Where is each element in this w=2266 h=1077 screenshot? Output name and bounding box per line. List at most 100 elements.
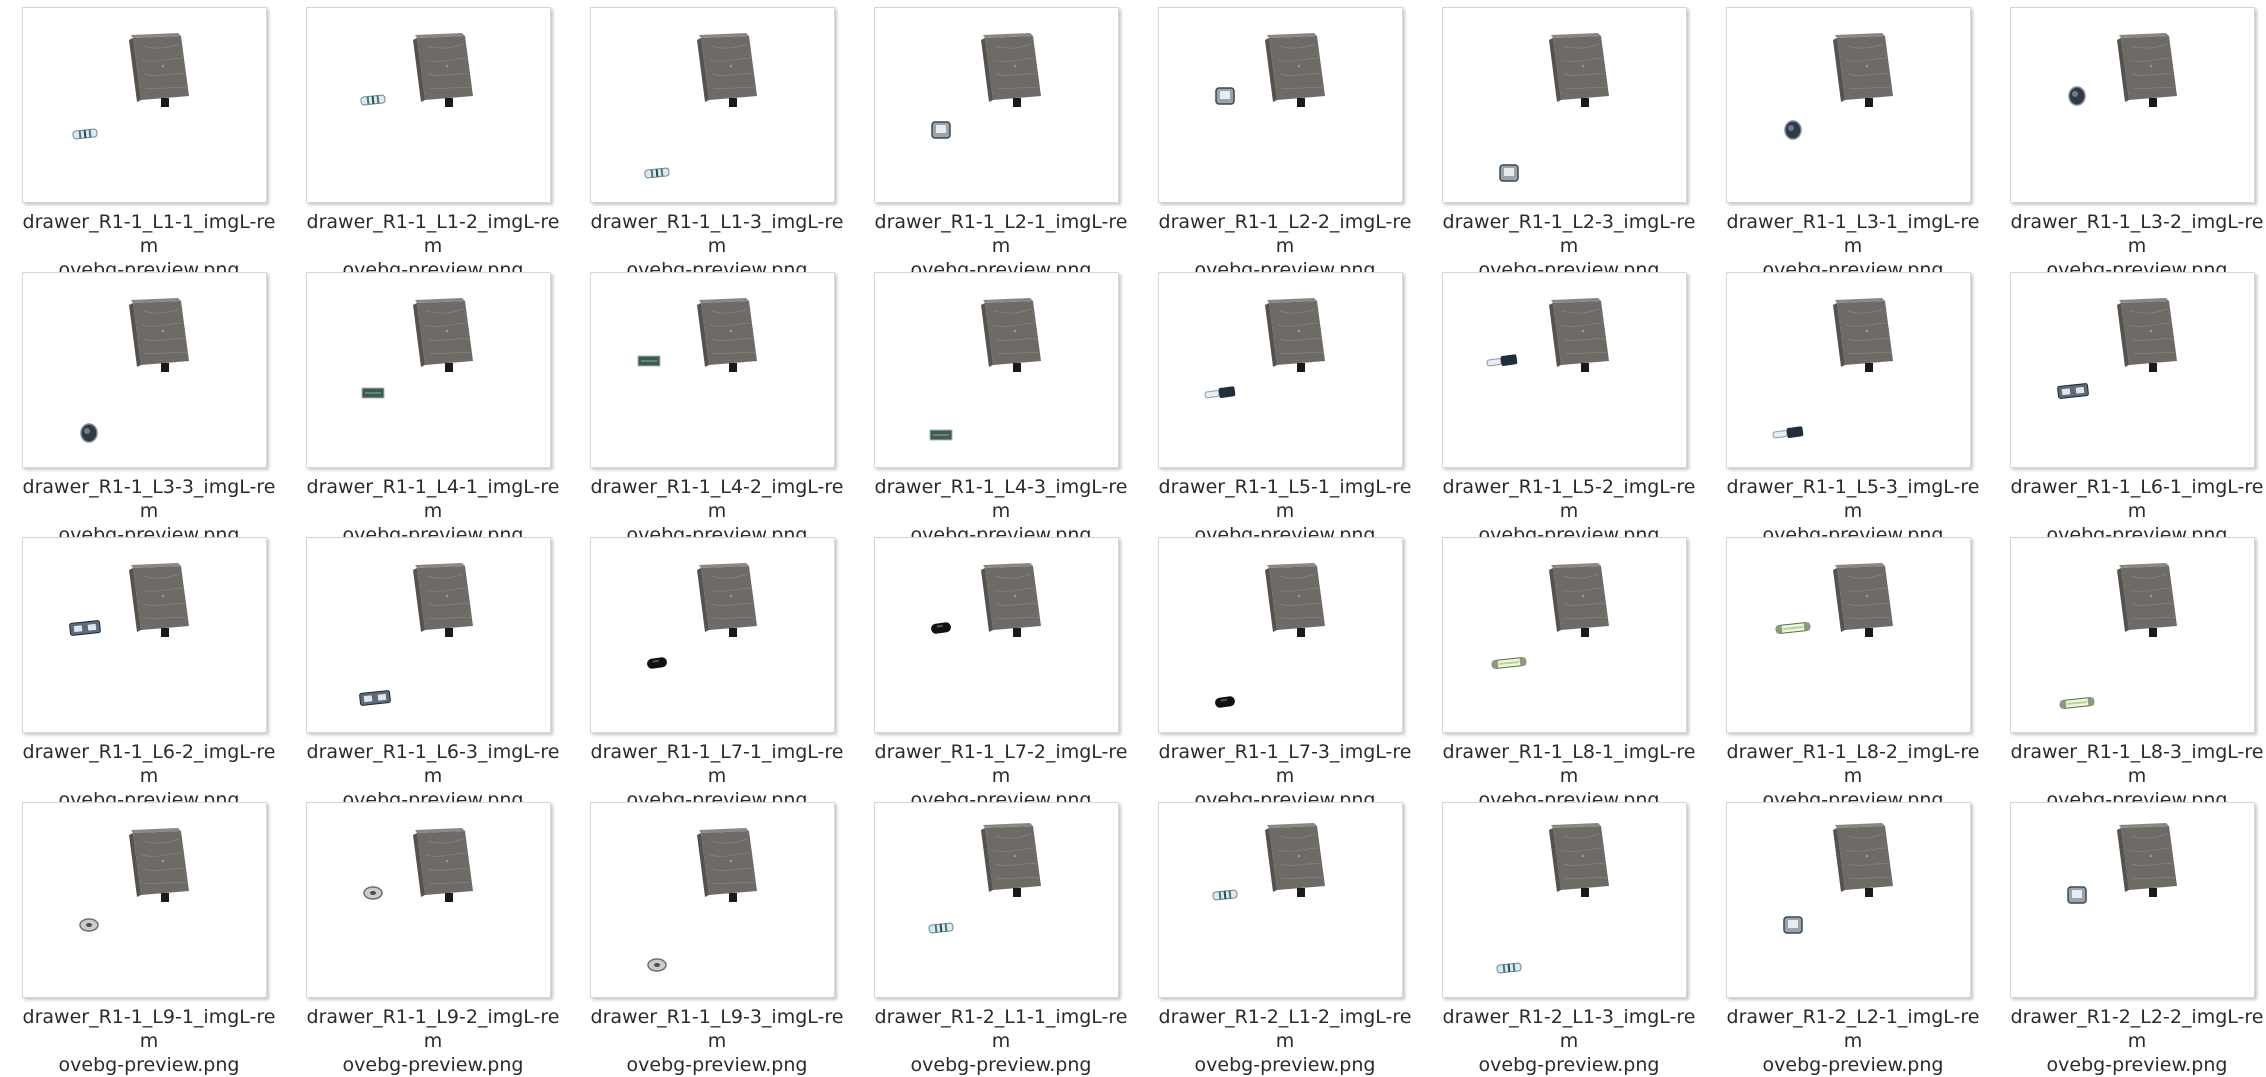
file-name[interactable]: drawer_R1-2_L2-1_imgL-rem ovebg-preview.p… xyxy=(1718,1005,1988,1077)
knob-icon xyxy=(80,423,98,443)
file-name[interactable]: drawer_R1-1_L9-2_imgL-rem ovebg-preview.p… xyxy=(298,1005,568,1077)
file-thumbnail[interactable] xyxy=(1442,272,1687,468)
file-item[interactable]: drawer_R1-1_L8-1_imgL-rem ovebg-preview.p… xyxy=(1434,537,1704,811)
file-thumbnail[interactable] xyxy=(2010,537,2255,733)
file-thumbnail[interactable] xyxy=(22,7,267,203)
file-item[interactable]: drawer_R1-1_L5-3_imgL-rem ovebg-preview.p… xyxy=(1718,272,1988,546)
file-thumbnail[interactable] xyxy=(1726,802,1971,998)
file-name-line-1: drawer_R1-1_L3-3_imgL-rem xyxy=(22,476,276,522)
file-name-line-1: drawer_R1-2_L2-2_imgL-rem xyxy=(2010,1006,2264,1052)
file-item[interactable]: drawer_R1-2_L2-1_imgL-rem ovebg-preview.p… xyxy=(1718,802,1988,1076)
fuse-icon xyxy=(1772,426,1804,439)
file-thumbnail[interactable] xyxy=(1158,272,1403,468)
file-item[interactable]: drawer_R1-1_L2-3_imgL-rem ovebg-preview.p… xyxy=(1434,7,1704,281)
file-thumbnail[interactable] xyxy=(306,537,551,733)
file-item[interactable]: drawer_R1-2_L1-3_imgL-rem ovebg-preview.p… xyxy=(1434,802,1704,1076)
file-thumbnail[interactable] xyxy=(874,537,1119,733)
file-item[interactable]: drawer_R1-1_L1-3_imgL-rem ovebg-preview.p… xyxy=(582,7,852,281)
file-item[interactable]: drawer_R1-1_L9-2_imgL-rem ovebg-preview.p… xyxy=(298,802,568,1076)
file-item[interactable]: drawer_R1-1_L9-3_imgL-rem ovebg-preview.p… xyxy=(582,802,852,1076)
drawer-box-icon xyxy=(697,828,757,902)
capacitor-icon xyxy=(2067,886,2087,904)
file-item[interactable]: drawer_R1-1_L6-3_imgL-rem ovebg-preview.p… xyxy=(298,537,568,811)
file-name[interactable]: drawer_R1-2_L1-3_imgL-rem ovebg-preview.p… xyxy=(1434,1005,1704,1077)
washer-icon xyxy=(647,958,667,972)
file-thumbnail[interactable] xyxy=(2010,802,2255,998)
file-thumbnail[interactable] xyxy=(590,7,835,203)
drawer-box-icon xyxy=(1265,33,1325,107)
file-thumbnail[interactable] xyxy=(306,802,551,998)
file-item[interactable]: drawer_R1-2_L1-1_imgL-rem ovebg-preview.p… xyxy=(866,802,1136,1076)
file-name-line-1: drawer_R1-1_L4-2_imgL-rem xyxy=(590,476,844,522)
file-thumbnail[interactable] xyxy=(306,7,551,203)
file-item[interactable]: drawer_R1-1_L4-1_imgL-rem ovebg-preview.p… xyxy=(298,272,568,546)
file-thumbnail[interactable] xyxy=(1158,537,1403,733)
file-thumbnail[interactable] xyxy=(590,537,835,733)
file-item[interactable]: drawer_R1-1_L7-1_imgL-rem ovebg-preview.p… xyxy=(582,537,852,811)
drawer-box-icon xyxy=(413,33,473,107)
file-item[interactable]: drawer_R1-1_L1-2_imgL-rem ovebg-preview.p… xyxy=(298,7,568,281)
file-thumbnail[interactable] xyxy=(1442,7,1687,203)
file-name-line-1: drawer_R1-1_L7-2_imgL-rem xyxy=(874,741,1128,787)
black-cap-icon xyxy=(647,657,667,669)
file-thumbnail[interactable] xyxy=(1158,7,1403,203)
file-item[interactable]: drawer_R1-1_L3-2_imgL-rem ovebg-preview.p… xyxy=(2002,7,2266,281)
file-thumbnail[interactable] xyxy=(1726,272,1971,468)
file-item[interactable]: drawer_R1-1_L8-2_imgL-rem ovebg-preview.p… xyxy=(1718,537,1988,811)
file-item[interactable]: drawer_R1-1_L3-3_imgL-rem ovebg-preview.p… xyxy=(14,272,284,546)
file-thumbnail[interactable] xyxy=(306,272,551,468)
file-thumbnail[interactable] xyxy=(590,272,835,468)
file-name-line-1: drawer_R1-1_L2-2_imgL-rem xyxy=(1158,211,1412,257)
file-name-line-1: drawer_R1-2_L1-1_imgL-rem xyxy=(874,1006,1128,1052)
file-name[interactable]: drawer_R1-2_L2-2_imgL-rem ovebg-preview.p… xyxy=(2002,1005,2266,1077)
file-thumbnail[interactable] xyxy=(874,802,1119,998)
file-item[interactable]: drawer_R1-1_L6-2_imgL-rem ovebg-preview.p… xyxy=(14,537,284,811)
file-thumbnail[interactable] xyxy=(1726,537,1971,733)
file-name[interactable]: drawer_R1-2_L1-1_imgL-rem ovebg-preview.p… xyxy=(866,1005,1136,1077)
file-thumbnail[interactable] xyxy=(1442,537,1687,733)
file-name-line-1: drawer_R1-1_L2-1_imgL-rem xyxy=(874,211,1128,257)
file-item[interactable]: drawer_R1-1_L8-3_imgL-rem ovebg-preview.p… xyxy=(2002,537,2266,811)
file-thumbnail[interactable] xyxy=(590,802,835,998)
file-item[interactable]: drawer_R1-1_L2-2_imgL-rem ovebg-preview.p… xyxy=(1150,7,1420,281)
file-thumbnail[interactable] xyxy=(2010,272,2255,468)
file-item[interactable]: drawer_R1-1_L4-2_imgL-rem ovebg-preview.p… xyxy=(582,272,852,546)
file-thumbnail[interactable] xyxy=(1726,7,1971,203)
file-name[interactable]: drawer_R1-1_L9-1_imgL-rem ovebg-preview.p… xyxy=(14,1005,284,1077)
file-thumbnail[interactable] xyxy=(874,7,1119,203)
file-thumbnail[interactable] xyxy=(22,802,267,998)
capacitor-icon xyxy=(931,121,951,139)
drawer-box-icon xyxy=(413,828,473,902)
file-thumbnail[interactable] xyxy=(2010,7,2255,203)
washer-icon xyxy=(363,886,383,900)
file-item[interactable]: drawer_R1-1_L7-2_imgL-rem ovebg-preview.p… xyxy=(866,537,1136,811)
file-name-line-1: drawer_R1-1_L7-1_imgL-rem xyxy=(590,741,844,787)
file-name[interactable]: drawer_R1-1_L9-3_imgL-rem ovebg-preview.p… xyxy=(582,1005,852,1077)
drawer-box-icon xyxy=(129,828,189,902)
file-thumbnail[interactable] xyxy=(22,272,267,468)
file-item[interactable]: drawer_R1-1_L5-2_imgL-rem ovebg-preview.p… xyxy=(1434,272,1704,546)
file-item[interactable]: drawer_R1-1_L2-1_imgL-rem ovebg-preview.p… xyxy=(866,7,1136,281)
file-item[interactable]: drawer_R1-1_L9-1_imgL-rem ovebg-preview.p… xyxy=(14,802,284,1076)
file-thumbnail[interactable] xyxy=(874,272,1119,468)
resistor-icon xyxy=(928,922,954,934)
glass-fuse-icon xyxy=(1491,657,1527,669)
file-thumbnail[interactable] xyxy=(1442,802,1687,998)
file-name[interactable]: drawer_R1-2_L1-2_imgL-rem ovebg-preview.p… xyxy=(1150,1005,1420,1077)
file-item[interactable]: drawer_R1-1_L7-3_imgL-rem ovebg-preview.p… xyxy=(1150,537,1420,811)
file-item[interactable]: drawer_R1-1_L5-1_imgL-rem ovebg-preview.p… xyxy=(1150,272,1420,546)
file-item[interactable]: drawer_R1-1_L3-1_imgL-rem ovebg-preview.p… xyxy=(1718,7,1988,281)
resistor-icon xyxy=(360,94,386,106)
file-thumbnail[interactable] xyxy=(1158,802,1403,998)
file-item[interactable]: drawer_R1-2_L1-2_imgL-rem ovebg-preview.p… xyxy=(1150,802,1420,1076)
drawer-box-icon xyxy=(1549,823,1609,897)
file-item[interactable]: drawer_R1-2_L2-2_imgL-rem ovebg-preview.p… xyxy=(2002,802,2266,1076)
file-item[interactable]: drawer_R1-1_L4-3_imgL-rem ovebg-preview.p… xyxy=(866,272,1136,546)
file-item[interactable]: drawer_R1-1_L1-1_imgL-rem ovebg-preview.p… xyxy=(14,7,284,281)
drawer-box-icon xyxy=(1833,563,1893,637)
drawer-box-icon xyxy=(697,33,757,107)
file-item[interactable]: drawer_R1-1_L6-1_imgL-rem ovebg-preview.p… xyxy=(2002,272,2266,546)
file-name-line-1: drawer_R1-1_L7-3_imgL-rem xyxy=(1158,741,1412,787)
drawer-box-icon xyxy=(981,823,1041,897)
file-thumbnail[interactable] xyxy=(22,537,267,733)
